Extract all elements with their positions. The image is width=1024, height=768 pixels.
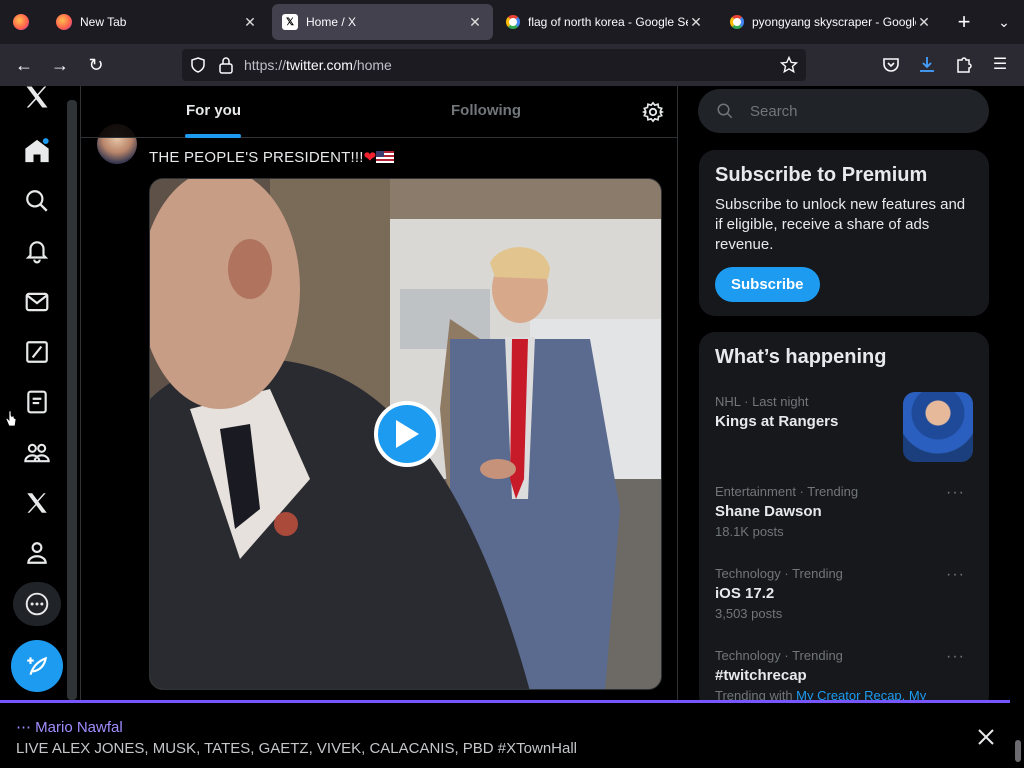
close-icon[interactable] <box>976 727 996 747</box>
reload-icon[interactable]: ↻ <box>84 53 108 77</box>
explore-search-icon[interactable] <box>14 178 60 224</box>
compose-post-button[interactable] <box>11 640 63 692</box>
x-logo-icon: 𝕏 <box>282 14 298 30</box>
tab-home-x[interactable]: 𝕏 Home / X ✕ <box>272 4 493 40</box>
communities-icon[interactable] <box>14 430 60 476</box>
timeline-settings-gear-icon[interactable] <box>642 101 664 123</box>
pocket-icon[interactable] <box>882 56 900 74</box>
page-scrollbar-thumb[interactable] <box>1015 740 1021 762</box>
url-host: twitter.com <box>286 57 353 73</box>
us-flag-emoji-icon <box>376 151 395 163</box>
notifications-bell-icon[interactable] <box>14 228 60 274</box>
browser-tab-strip: New Tab ✕ 𝕏 Home / X ✕ flag of north kor… <box>0 0 1024 44</box>
bookmark-star-icon[interactable] <box>780 56 798 74</box>
page-scrollbar[interactable] <box>1012 86 1024 768</box>
tweet-video[interactable] <box>149 178 662 690</box>
heart-emoji-icon: ❤ <box>363 149 377 166</box>
url-path: /home <box>352 57 392 73</box>
hamburger-menu-icon[interactable]: ☰ <box>988 53 1012 77</box>
lists-icon[interactable] <box>14 379 60 425</box>
search-icon <box>717 103 733 119</box>
google-icon <box>506 15 520 29</box>
close-tab-icon[interactable]: ✕ <box>467 14 483 31</box>
feather-plus-icon <box>27 656 48 675</box>
active-tab-indicator <box>185 134 241 138</box>
home-icon[interactable] <box>14 128 60 174</box>
trend-more-icon[interactable]: ··· <box>946 484 965 502</box>
extensions-puzzle-icon[interactable] <box>955 55 973 75</box>
trend-item[interactable]: Technology · Trending iOS 17.2 3,503 pos… <box>715 566 975 621</box>
search-placeholder: Search <box>750 102 798 120</box>
spaces-host: ⋯ Mario Nawfal <box>16 719 123 736</box>
tweet-text: THE PEOPLE'S PRESIDENT!!!❤ <box>149 148 395 166</box>
trend-thumbnail-image[interactable] <box>903 392 973 462</box>
downloads-icon[interactable] <box>918 55 936 75</box>
lock-icon[interactable] <box>218 56 234 74</box>
profile-person-icon[interactable] <box>14 530 60 576</box>
timeline-tabs: For you Following <box>81 86 677 138</box>
more-circle-icon <box>25 592 49 616</box>
trend-item[interactable]: Entertainment · Trending Shane Dawson 18… <box>715 484 975 539</box>
spaces-title: LIVE ALEX JONES, MUSK, TATES, GAETZ, VIV… <box>16 740 578 757</box>
new-tab-plus-icon[interactable]: + <box>952 10 976 34</box>
mouse-hand-cursor-icon <box>5 410 17 427</box>
trend-more-icon[interactable]: ··· <box>946 566 965 584</box>
premium-title: Subscribe to Premium <box>715 164 928 186</box>
messages-envelope-icon[interactable] <box>14 279 60 325</box>
live-audio-dots-icon: ⋯ <box>16 719 36 736</box>
whats-happening-card: What’s happening NHL · Last night Kings … <box>699 332 989 712</box>
trend-item[interactable]: Technology · Trending #twitchrecap Trend… <box>715 648 975 703</box>
left-nav-scrollbar[interactable] <box>67 100 77 700</box>
firefox-menu-tab[interactable] <box>6 4 36 40</box>
tab-google-skyscraper[interactable]: pyongyang skyscraper - Google ✕ <box>720 4 942 40</box>
google-icon <box>730 15 744 29</box>
timeline: For you Following THE PEOPLE'S PRESIDENT… <box>80 86 678 700</box>
close-tab-icon[interactable]: ✕ <box>916 14 932 31</box>
spaces-dock[interactable]: ⋯ Mario Nawfal LIVE ALEX JONES, MUSK, TA… <box>0 700 1010 768</box>
premium-card: Subscribe to Premium Subscribe to unlock… <box>699 150 989 316</box>
tracking-shield-icon[interactable] <box>190 57 206 73</box>
list-tabs-chevron-icon[interactable]: ⌄ <box>992 10 1016 34</box>
trend-more-icon[interactable]: ··· <box>946 648 965 666</box>
tab-google-flag[interactable]: flag of north korea - Google Se ✕ <box>496 4 714 40</box>
right-sidebar: Search Subscribe to Premium Subscribe to… <box>698 86 989 712</box>
tab-following[interactable]: Following <box>451 102 521 119</box>
firefox-icon <box>56 14 72 30</box>
grok-icon[interactable] <box>14 329 60 375</box>
firefox-icon <box>13 14 29 30</box>
search-input[interactable]: Search <box>698 89 989 133</box>
url-protocol: https:// <box>244 57 287 73</box>
browser-nav-bar: ← → ↻ https://twitter.com/home ☰ <box>0 44 1024 86</box>
tab-new-tab[interactable]: New Tab ✕ <box>46 4 268 40</box>
subscribe-button[interactable]: Subscribe <box>715 267 820 302</box>
more-options-button[interactable] <box>13 582 61 626</box>
video-play-button[interactable] <box>374 401 440 467</box>
whats-happening-title: What’s happening <box>715 346 887 368</box>
close-tab-icon[interactable]: ✕ <box>688 14 704 31</box>
premium-x-icon[interactable] <box>14 480 60 526</box>
play-triangle-icon <box>396 420 419 448</box>
x-home-logo-icon[interactable] <box>14 74 60 120</box>
tab-for-you[interactable]: For you <box>186 102 241 119</box>
premium-description: Subscribe to unlock new features and if … <box>715 196 966 253</box>
url-bar[interactable]: https://twitter.com/home <box>182 49 806 81</box>
close-tab-icon[interactable]: ✕ <box>242 14 258 31</box>
